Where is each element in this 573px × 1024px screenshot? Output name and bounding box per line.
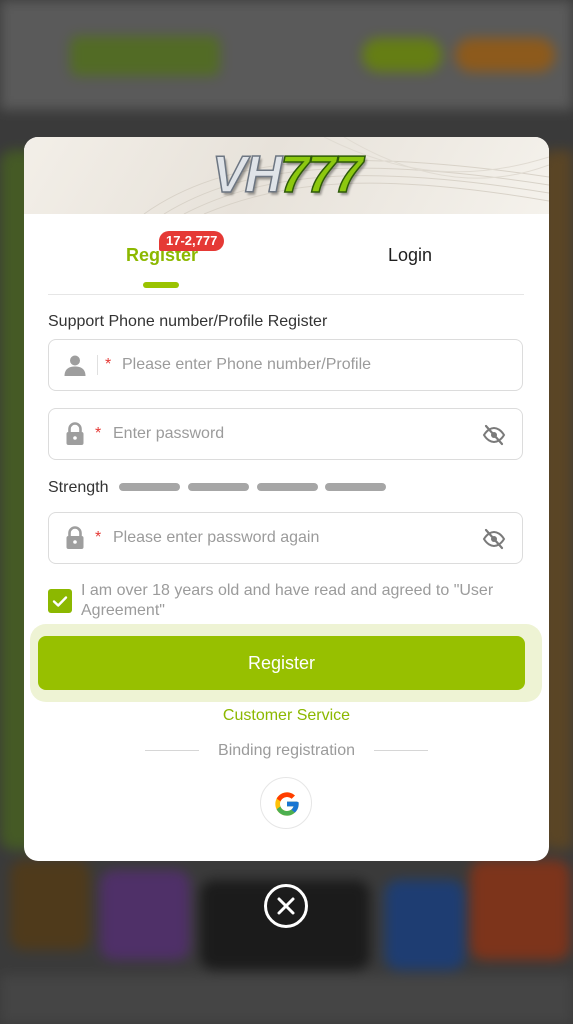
phone-field: * xyxy=(48,339,523,391)
field-divider xyxy=(97,355,98,375)
logo-digits: 777 xyxy=(279,145,363,205)
customer-service-link[interactable]: Customer Service xyxy=(24,707,549,725)
tab-login[interactable]: Login xyxy=(388,244,432,266)
password-input[interactable] xyxy=(113,409,473,459)
strength-label: Strength xyxy=(48,479,109,496)
close-icon xyxy=(277,897,295,915)
lock-icon xyxy=(66,422,84,445)
auth-tabs: Register 17-2,777 Login xyxy=(48,214,524,295)
strength-segment xyxy=(257,483,318,491)
user-icon xyxy=(64,355,86,376)
promo-badge: 17-2,777 xyxy=(159,231,225,251)
agreement-checkbox[interactable] xyxy=(48,589,72,613)
lock-icon xyxy=(66,526,84,549)
divider-line xyxy=(374,750,428,751)
strength-segment xyxy=(325,483,386,491)
eye-off-icon[interactable] xyxy=(482,527,506,551)
register-method-label: Support Phone number/Profile Register xyxy=(48,313,328,330)
agreement-text[interactable]: I am over 18 years old and have read and… xyxy=(81,581,521,621)
phone-input[interactable] xyxy=(122,340,512,390)
required-asterisk: * xyxy=(105,356,112,373)
check-icon xyxy=(52,596,68,607)
eye-off-icon[interactable] xyxy=(482,423,506,447)
confirm-password-field: * xyxy=(48,512,523,564)
confirm-password-input[interactable] xyxy=(113,513,473,563)
google-login-button[interactable] xyxy=(260,777,312,829)
close-modal-button[interactable] xyxy=(264,884,308,928)
brand-logo: VH777 xyxy=(24,145,549,205)
modal-header-banner: VH777 xyxy=(24,137,549,214)
binding-registration-label: Binding registration xyxy=(218,742,355,759)
logo-letters: VH xyxy=(211,145,283,205)
required-asterisk: * xyxy=(95,529,102,546)
strength-segment xyxy=(119,483,180,491)
required-asterisk: * xyxy=(95,425,102,442)
active-tab-indicator xyxy=(143,282,179,288)
register-modal: VH777 Register 17-2,777 Login Support Ph… xyxy=(24,137,549,861)
register-button[interactable]: Register xyxy=(38,636,525,690)
password-field: * xyxy=(48,408,523,460)
google-icon xyxy=(275,792,299,816)
strength-segment xyxy=(188,483,249,491)
